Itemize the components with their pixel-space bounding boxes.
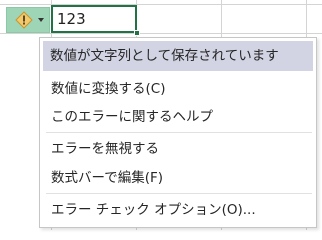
menu-separator	[46, 132, 312, 133]
menu-item-label: 数値に変換する(C)	[51, 81, 166, 97]
gridline	[0, 4, 322, 5]
menu-item-label: このエラーに関するヘルプ	[51, 109, 213, 125]
menu-item-help-on-error[interactable]: このエラーに関するヘルプ	[41, 103, 315, 131]
spreadsheet-area: 123 数値が文字列として保存されています 数値に変換する(C) このエラーに関…	[0, 0, 322, 230]
menu-item-label: エラーを無視する	[51, 141, 159, 157]
menu-item-ignore-error[interactable]: エラーを無視する	[41, 135, 315, 163]
chevron-down-icon	[38, 18, 44, 22]
error-options-button[interactable]	[6, 7, 50, 33]
menu-header: 数値が文字列として保存されています	[43, 41, 313, 71]
menu-item-label: エラー チェック オプション(O)...	[51, 202, 256, 218]
error-options-menu: 数値が文字列として保存されています 数値に変換する(C) このエラーに関するヘル…	[39, 37, 317, 228]
menu-item-convert-to-number[interactable]: 数値に変換する(C)	[41, 75, 315, 103]
menu-item-error-checking-options[interactable]: エラー チェック オプション(O)...	[41, 196, 315, 224]
warning-diamond-icon	[15, 11, 33, 29]
menu-item-edit-in-formula-bar[interactable]: 数式バーで編集(F)	[41, 164, 315, 192]
menu-item-label: 数式バーで編集(F)	[51, 170, 163, 186]
gridline	[0, 33, 322, 34]
menu-separator	[46, 193, 312, 194]
menu-header-label: 数値が文字列として保存されています	[50, 48, 279, 64]
cell-value[interactable]: 123	[57, 9, 86, 29]
fill-handle[interactable]	[134, 30, 140, 36]
